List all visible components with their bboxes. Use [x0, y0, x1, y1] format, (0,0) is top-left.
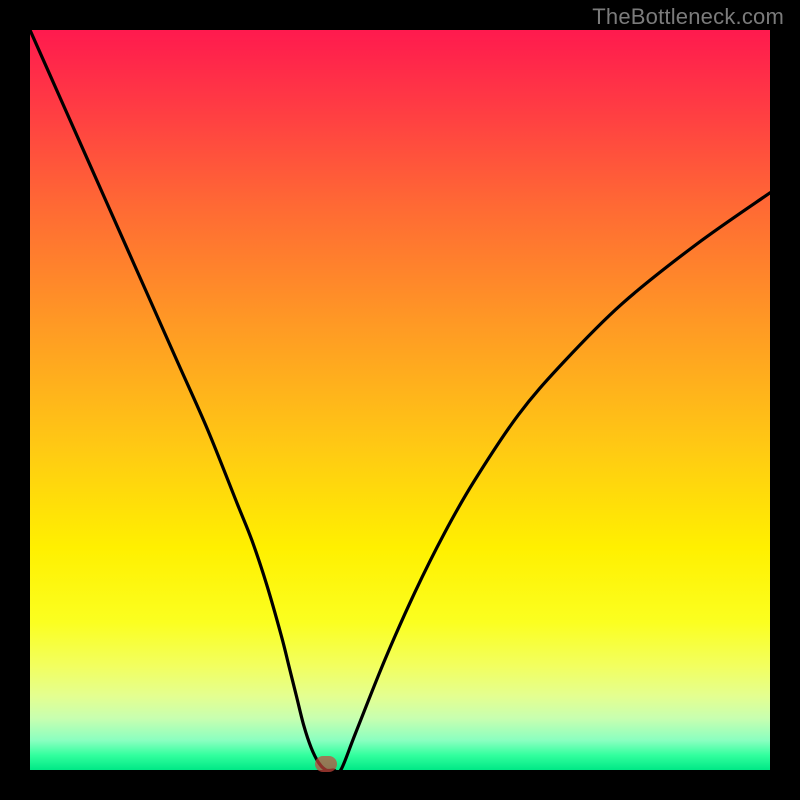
curve-layer: [30, 30, 770, 770]
watermark-text: TheBottleneck.com: [592, 4, 784, 30]
chart-stage: TheBottleneck.com: [0, 0, 800, 800]
plot-area: [30, 30, 770, 770]
bottleneck-curve: [30, 30, 770, 770]
vertex-marker: [315, 756, 337, 772]
